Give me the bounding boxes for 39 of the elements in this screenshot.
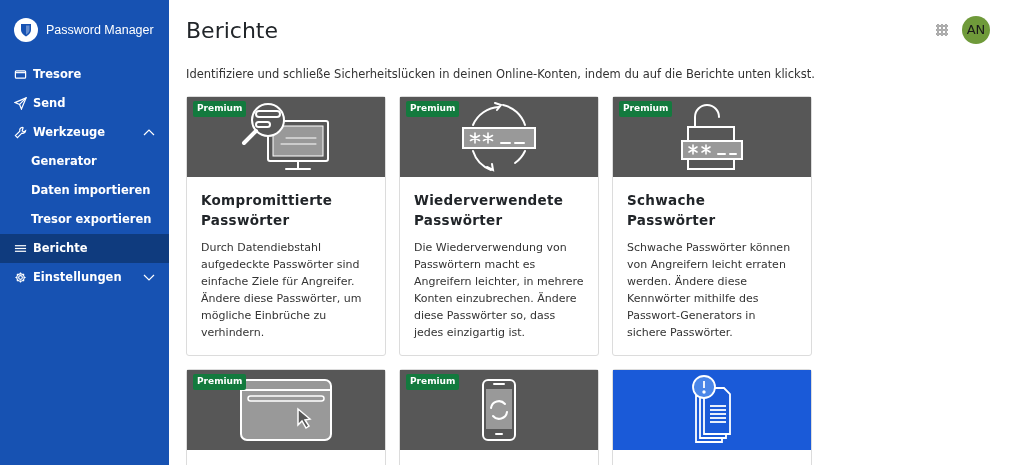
exposed-illustration-icon: [241, 102, 331, 173]
nav-item[interactable]: Send: [0, 89, 169, 118]
shield-logo-icon: [14, 18, 38, 42]
wrench-icon: [14, 126, 27, 139]
premium-badge: Premium: [406, 374, 460, 390]
premium-badge: Premium: [619, 101, 673, 117]
nav-subitem[interactable]: Daten importieren: [0, 176, 169, 205]
report-card[interactable]: Premium: [399, 369, 599, 465]
weak-illustration-icon: [680, 103, 744, 172]
premium-badge: Premium: [406, 101, 460, 117]
card-description: Durch Datendiebstahl aufgedeckte Passwörter sind einfache Ziele für Angreifer. Ändere diese Passwörter, um mögliche Einbrüche zu verhindern.: [201, 240, 363, 342]
reused-illustration-icon: [461, 101, 537, 173]
vault-icon: [14, 68, 27, 81]
phone-illustration-icon: [481, 378, 517, 443]
breach-illustration-icon: [692, 375, 732, 446]
card-description: Die Wiederverwendung von Passwörtern macht es Angreifern leichter, in mehrere Konten einzubrechen. Ändere diese Passwörter so, dass jedes einzigartig ist.: [414, 240, 584, 342]
page-title: Berichte: [186, 16, 279, 45]
intro-text: Identifiziere und schließe Sicherheitslücken in deinen Online-Konten, indem du auf die Berichte unten klickst.: [186, 66, 816, 83]
card-title: Schwache Passwörter: [627, 191, 717, 231]
nav-subitem[interactable]: Tresor exportieren: [0, 205, 169, 234]
premium-badge: Premium: [193, 374, 247, 390]
nav-subitem[interactable]: Generator: [0, 147, 169, 176]
card-title: Wiederverwendete Passwörter: [414, 191, 565, 231]
report-card[interactable]: Premium: [186, 369, 386, 465]
avatar[interactable]: AN: [962, 16, 990, 44]
nav-item[interactable]: Einstellungen: [0, 263, 169, 292]
card-description: Schwache Passwörter können von Angreifern leicht erraten werden. Ändere diese Kennwörter mithilfe des Passwort-Generators in sichere Passwörter.: [627, 240, 792, 342]
gear-icon: [14, 271, 27, 284]
brand-name: Password Manager: [46, 21, 154, 39]
report-card[interactable]: Premium Schwache Passwörter Schwache Passwörter können von Angreifern leicht erraten werden. Ändere diese Kennwörter mithilfe des Passwort-Generators in sichere Passwörter.: [612, 96, 812, 357]
report-card[interactable]: Premium Kompromittierte Passwörter Durch Datendiebstahl aufgedeckte Passwörter sind einfache Ziele für Angreifer. Ändere diese Passwörter, um mögliche Einbrüche zu verhindern.: [186, 96, 386, 357]
premium-badge: Premium: [193, 101, 247, 117]
nav-item[interactable]: Berichte: [0, 234, 169, 263]
report-card[interactable]: Premium Wiederverwendete Passwörter Die Wiederverwendung von Passwörtern macht es Angreifern leichter, in mehrere Konten einzubrechen. Ändere diese Passwörter so, dass jedes einzigartig ist.: [399, 96, 599, 357]
nav-item[interactable]: Werkzeuge: [0, 118, 169, 147]
nav-item[interactable]: Tresore: [0, 60, 169, 89]
send-icon: [14, 97, 27, 110]
card-title: Kompromittierte Passwörter: [201, 191, 334, 231]
report-card[interactable]: [612, 369, 812, 465]
